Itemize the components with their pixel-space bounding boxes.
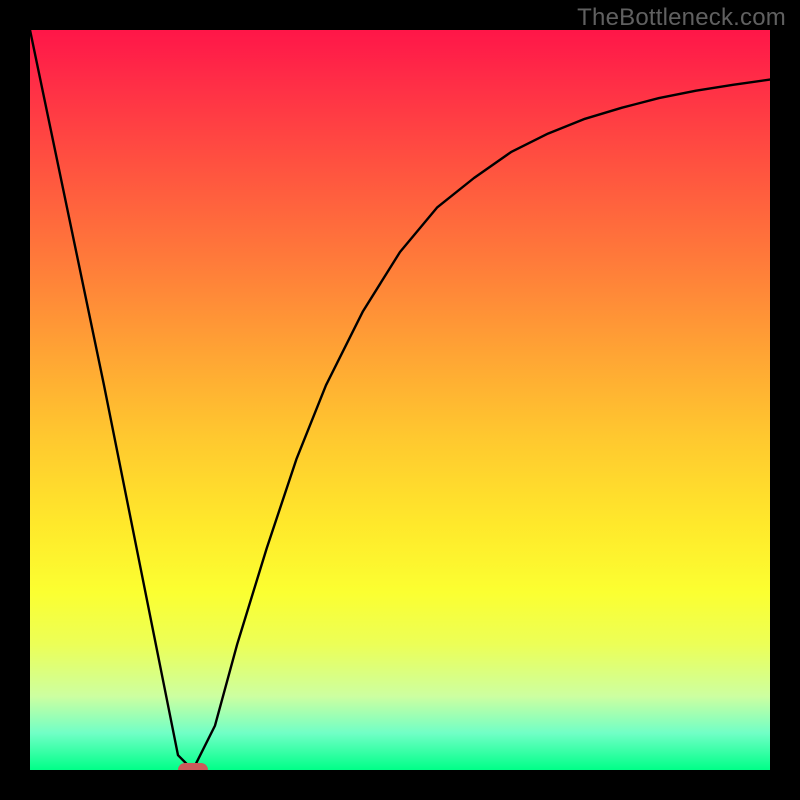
- optimum-marker: [178, 763, 208, 770]
- watermark-text: TheBottleneck.com: [577, 4, 786, 32]
- curve-line: [30, 30, 770, 770]
- plot-area: [30, 30, 770, 770]
- chart-frame: TheBottleneck.com: [0, 0, 800, 800]
